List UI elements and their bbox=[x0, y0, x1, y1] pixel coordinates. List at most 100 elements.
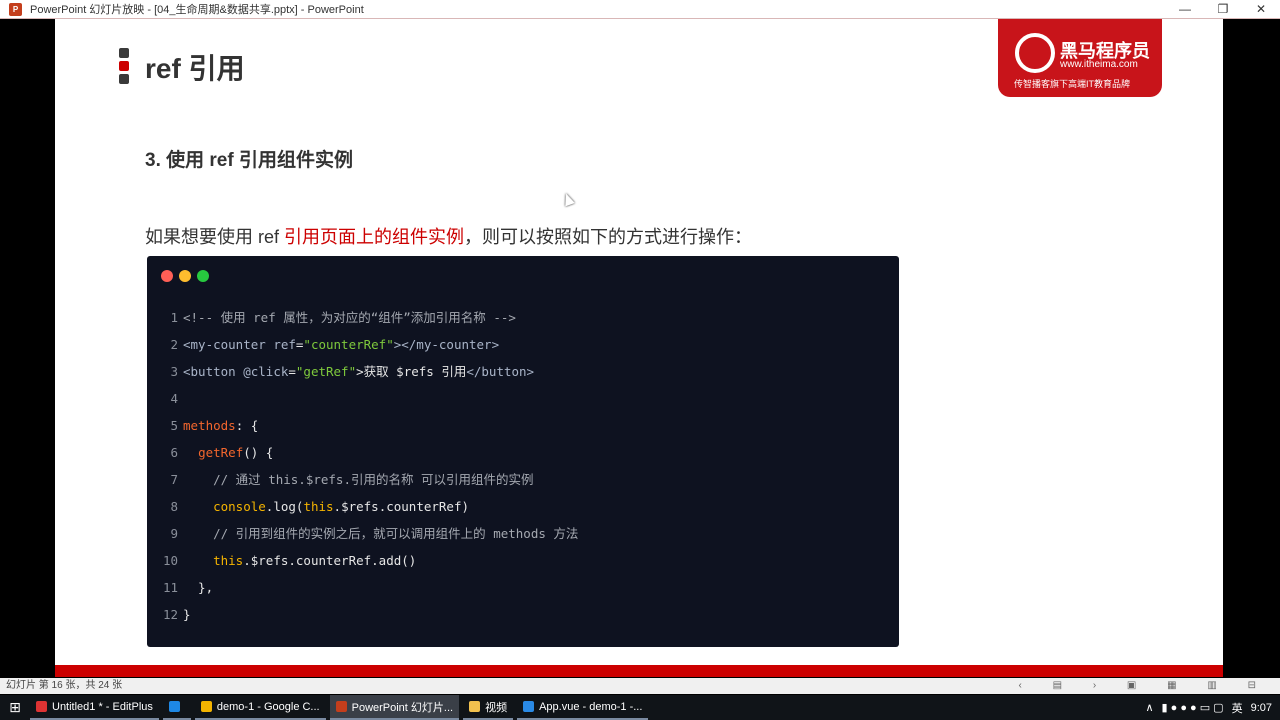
code-token: ref bbox=[273, 337, 296, 352]
desc-highlight: 引用页面上的组件实例 bbox=[284, 227, 465, 247]
desc-text: 如果想要使用 ref bbox=[145, 227, 285, 247]
app-icon bbox=[200, 701, 212, 712]
code-token: "counterRef" bbox=[303, 337, 394, 352]
line-number: 5 bbox=[170, 418, 178, 433]
slide-title: ref 引用 bbox=[145, 53, 245, 84]
code-token: } bbox=[183, 607, 191, 622]
code-line: 1 <!-- 使用 ref 属性，为对应的“组件”添加引用名称 --> bbox=[147, 304, 578, 331]
code-line: 9 // 引用到组件的实例之后，就可以调用组件上的 methods 方法 bbox=[147, 520, 578, 547]
section-heading: 3. 使用 ref 引用组件实例 bbox=[145, 150, 353, 171]
window-dots-icon bbox=[161, 270, 209, 282]
tray-chevron-icon[interactable]: ∧ bbox=[1145, 701, 1153, 714]
line-number: 4 bbox=[170, 391, 178, 406]
code-token: .$refs.counterRef) bbox=[333, 499, 470, 514]
code-token: .log( bbox=[265, 499, 304, 514]
taskbar-item[interactable]: App.vue - demo-1 -... bbox=[517, 695, 649, 720]
code-line: 6 getRef() { bbox=[147, 439, 578, 466]
code-token: console bbox=[213, 499, 266, 514]
title-bar: P PowerPoint 幻灯片放映 - [04_生命周期&数据共享.pptx]… bbox=[0, 0, 1280, 19]
line-number: 3 bbox=[170, 364, 178, 379]
taskbar: ⊞ Untitled1 * - EditPlus demo-1 - Google … bbox=[0, 695, 1280, 720]
line-number: 8 bbox=[170, 499, 178, 514]
code-block: 1 <!-- 使用 ref 属性，为对应的“组件”添加引用名称 --> 2 <my-c… bbox=[147, 256, 899, 647]
taskbar-item[interactable]: 视频 bbox=[463, 695, 514, 720]
powerpoint-icon: P bbox=[9, 2, 22, 16]
code-token: : { bbox=[235, 418, 259, 433]
status-bar: 幻灯片 第 16 张，共 24 张 ‹ ▤ › ▣ ▦ ▥ ⊟ bbox=[0, 678, 1280, 694]
taskbar-item-label: App.vue - demo-1 -... bbox=[539, 700, 643, 713]
code-token: .$refs.counterRef.add() bbox=[243, 553, 417, 568]
code-line: 4 bbox=[147, 385, 578, 412]
code-line: 3 <button @click="getRef">获取 $refs 引用</bu… bbox=[147, 358, 578, 385]
code-token: }, bbox=[183, 580, 214, 595]
description: 如果想要使用 ref 引用页面上的组件实例，则可以按照如下的方式进行操作： bbox=[145, 223, 752, 249]
clock[interactable]: 9:07 bbox=[1251, 702, 1272, 714]
code-token: this bbox=[303, 499, 334, 514]
code-line: 10 this.$refs.counterRef.add() bbox=[147, 547, 578, 574]
code-token: <button bbox=[183, 364, 244, 379]
restore-button[interactable]: ❐ bbox=[1204, 0, 1242, 19]
code-token: () { bbox=[243, 445, 274, 460]
logo-slogan: 传智播客旗下高端IT教育品牌 bbox=[1014, 79, 1130, 89]
line-number: 10 bbox=[162, 553, 178, 568]
code-token: <!-- 使用 ref 属性，为对应的“组件”添加引用名称 --> bbox=[183, 310, 516, 325]
footer-bar bbox=[55, 665, 1223, 677]
code-token: getRef bbox=[198, 445, 244, 460]
slide-counter: 幻灯片 第 16 张，共 24 张 bbox=[6, 680, 123, 691]
horse-logo-icon bbox=[1015, 33, 1055, 73]
code-token: this bbox=[213, 553, 244, 568]
title-marker-icon bbox=[119, 48, 129, 87]
code-line: 8 console.log(this.$refs.counterRef) bbox=[147, 493, 578, 520]
code-token: >获取 $refs 引用 bbox=[356, 364, 467, 379]
line-number: 6 bbox=[170, 445, 178, 460]
code-token: // 引用到组件的实例之后，就可以调用组件上的 methods 方法 bbox=[183, 526, 579, 541]
taskbar-item-label: PowerPoint 幻灯片... bbox=[351, 701, 454, 714]
code-line: 5 methods: { bbox=[147, 412, 578, 439]
logo-url: www.itheima.com bbox=[1060, 59, 1138, 70]
desc-text-end: ，则可以按照如下的方式进行操作： bbox=[464, 227, 753, 247]
taskbar-item-label: 视频 bbox=[485, 701, 508, 714]
taskbar-item-label: Untitled1 * - EditPlus bbox=[52, 700, 153, 713]
line-number: 7 bbox=[170, 472, 178, 487]
code-token: </button> bbox=[466, 364, 535, 379]
view-controls[interactable]: ‹ ▤ › ▣ ▦ ▥ ⊟ bbox=[1018, 678, 1270, 694]
line-number: 9 bbox=[170, 526, 178, 541]
code-token: = bbox=[288, 364, 296, 379]
code-token: methods bbox=[183, 418, 236, 433]
line-number: 2 bbox=[170, 337, 178, 352]
code-token: <my-counter bbox=[183, 337, 274, 352]
close-button[interactable]: ✕ bbox=[1242, 0, 1280, 19]
taskbar-item[interactable]: PowerPoint 幻灯片... bbox=[329, 695, 460, 720]
start-button[interactable]: ⊞ bbox=[0, 699, 30, 716]
taskbar-item[interactable]: demo-1 - Google C... bbox=[194, 695, 326, 720]
code-token: @click bbox=[243, 364, 289, 379]
slide: ref 引用 黑马程序员 www.itheima.com 传智播客旗下高端IT教… bbox=[55, 19, 1223, 677]
line-number: 1 bbox=[170, 310, 178, 325]
taskbar-item-label: demo-1 - Google C... bbox=[216, 700, 320, 713]
taskbar-item[interactable]: Untitled1 * - EditPlus bbox=[30, 695, 159, 720]
code-token: ></my-counter> bbox=[393, 337, 500, 352]
code-line: 11 }, bbox=[147, 574, 578, 601]
minimize-button[interactable]: — bbox=[1166, 0, 1204, 19]
tray-icons[interactable]: ▮ ● ● ● ▭ ▢ bbox=[1162, 701, 1224, 714]
app-icon bbox=[36, 701, 47, 712]
line-number: 11 bbox=[162, 580, 178, 595]
code-token: "getRef" bbox=[295, 364, 357, 379]
ime-indicator[interactable]: 英 bbox=[1232, 700, 1243, 716]
code-line: 2 <my-counter ref="counterRef"></my-count… bbox=[147, 331, 578, 358]
line-number: 12 bbox=[162, 607, 178, 622]
code-line: 7 // 通过 this.$refs.引用的名称 可以引用组件的实例 bbox=[147, 466, 578, 493]
window-title: PowerPoint 幻灯片放映 - [04_生命周期&数据共享.pptx] -… bbox=[30, 4, 364, 16]
code-lines: 1 <!-- 使用 ref 属性，为对应的“组件”添加引用名称 --> 2 <my-c… bbox=[147, 304, 578, 628]
brand-logo: 黑马程序员 www.itheima.com 传智播客旗下高端IT教育品牌 bbox=[998, 19, 1162, 97]
code-token: // 通过 this.$refs.引用的名称 可以引用组件的实例 bbox=[183, 472, 534, 487]
app-icon bbox=[523, 701, 535, 712]
code-line: 12} bbox=[147, 601, 578, 628]
app-icon bbox=[168, 701, 180, 712]
taskbar-item[interactable] bbox=[162, 695, 191, 720]
app-icon bbox=[469, 701, 481, 712]
app-icon bbox=[335, 701, 347, 712]
